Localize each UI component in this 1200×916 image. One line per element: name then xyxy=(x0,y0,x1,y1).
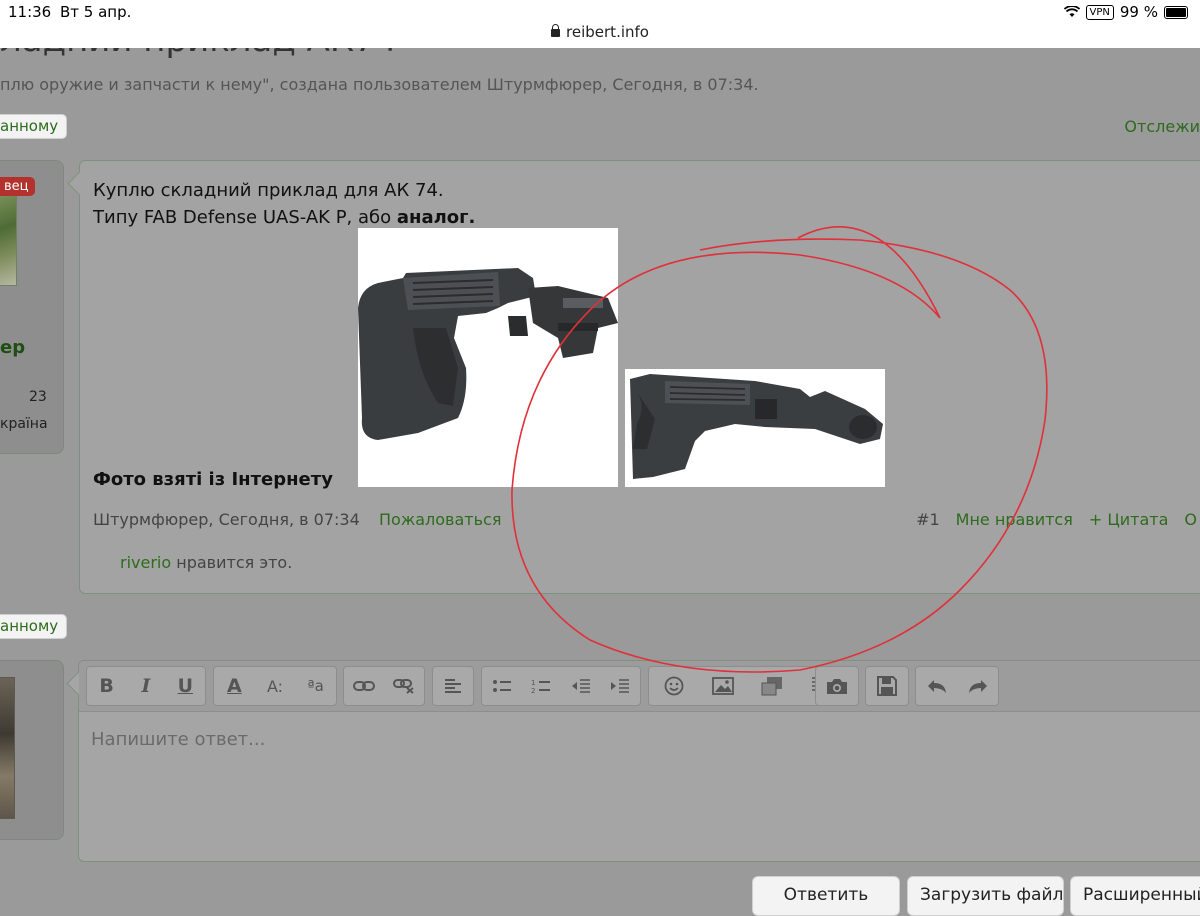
toolbar-group-history xyxy=(915,666,999,706)
unread-nav-bottom[interactable]: анному xyxy=(0,614,68,639)
lock-icon xyxy=(551,24,561,37)
font-color-icon[interactable]: A xyxy=(219,675,249,697)
user-badge: вец xyxy=(0,177,35,196)
status-date: Вт 5 апр. xyxy=(60,3,132,21)
save-icon[interactable] xyxy=(872,676,902,696)
thread-description: плю оружие и запчасти к нему", создана п… xyxy=(0,75,759,94)
italic-icon[interactable]: I xyxy=(131,675,161,697)
post-line-1: Куплю складний приклад для АК 74. xyxy=(93,180,444,201)
status-indicators: VPN 99 % xyxy=(1063,3,1188,21)
link-icon[interactable] xyxy=(349,679,379,693)
reply-avatar xyxy=(0,677,15,819)
svg-text:2: 2 xyxy=(531,687,535,694)
svg-text:1: 1 xyxy=(531,679,535,687)
image-icon[interactable] xyxy=(708,677,738,695)
author-panel xyxy=(0,160,64,454)
media-icon[interactable] xyxy=(757,676,787,696)
likes-summary: riverio нравится это. xyxy=(120,553,292,572)
photo-caption: Фото взяті із Інтернету xyxy=(93,469,333,490)
battery-icon xyxy=(1164,5,1188,19)
reply-author-panel xyxy=(0,660,64,840)
wifi-icon xyxy=(1063,6,1080,17)
numbered-list-icon[interactable]: 12 xyxy=(526,678,556,694)
undo-icon[interactable] xyxy=(922,678,952,694)
reply-editor: B I U A A: ªa 12 Напишите ответ... xyxy=(78,660,1200,862)
indent-icon[interactable] xyxy=(605,678,635,694)
font-size-icon[interactable]: A: xyxy=(260,677,290,696)
rifle-stock-image-1 xyxy=(358,268,618,440)
post-line-2-bold: аналог. xyxy=(396,207,476,228)
more-link[interactable]: О xyxy=(1184,510,1197,529)
post-author-date[interactable]: Штурмфюрер, Сегодня, в 07:34 xyxy=(93,510,360,529)
liker-link[interactable]: riverio xyxy=(120,553,171,572)
likes-text: нравится это. xyxy=(171,553,293,572)
post-line-2-text: Типу FAB Defense UAS-AK P, або xyxy=(93,207,397,228)
underline-icon[interactable]: U xyxy=(170,675,200,697)
avatar[interactable] xyxy=(0,181,17,286)
post-body: Куплю складний приклад для АК 74. Типу F… xyxy=(93,177,475,231)
align-icon[interactable] xyxy=(438,678,468,694)
author-name[interactable]: ер xyxy=(0,337,25,358)
editor-toolbar: B I U A A: ªa 12 xyxy=(79,661,1200,712)
outdent-icon[interactable] xyxy=(566,678,596,694)
toolbar-group-camera xyxy=(815,666,859,706)
toolbar-group-lists: 12 xyxy=(481,666,641,706)
battery-percent: 99 % xyxy=(1119,3,1158,21)
camera-icon[interactable] xyxy=(822,677,852,695)
bold-icon[interactable]: B xyxy=(92,675,122,697)
status-time: 11:36 xyxy=(8,3,52,21)
smilie-icon[interactable] xyxy=(659,676,689,696)
post-number[interactable]: #1 xyxy=(916,510,940,529)
status-bar: 11:36 Вт 5 апр. reibert.info VPN 99 % xyxy=(0,0,1200,48)
toolbar-group-format: B I U xyxy=(86,666,206,706)
unread-nav-top[interactable]: анному xyxy=(0,114,68,139)
font-family-icon[interactable]: ªa xyxy=(301,677,331,695)
upload-file-button[interactable]: Загрузить файл xyxy=(907,876,1064,916)
like-link[interactable]: Мне нравится xyxy=(956,510,1073,529)
unlink-icon[interactable] xyxy=(389,678,419,694)
post-line-2: Типу FAB Defense UAS-AK P, або аналог. xyxy=(93,204,475,231)
post-actions: #1 Мне нравится + Цитата О xyxy=(916,510,1197,529)
follow-thread-link[interactable]: Отслежи xyxy=(1124,117,1200,136)
advanced-button[interactable]: Расширенный xyxy=(1070,876,1200,916)
vpn-badge: VPN xyxy=(1085,4,1114,20)
url-text: reibert.info xyxy=(566,23,649,41)
author-message-count: 23 xyxy=(29,389,47,405)
stock-photo-folded[interactable] xyxy=(358,228,618,487)
reply-input[interactable]: Напишите ответ... xyxy=(91,729,265,750)
redo-icon[interactable] xyxy=(963,678,993,694)
report-link[interactable]: Пожаловаться xyxy=(379,510,501,529)
post-message: Куплю складний приклад для АК 74. Типу F… xyxy=(79,160,1200,594)
toolbar-group-save xyxy=(865,666,909,706)
toolbar-group-link xyxy=(343,666,425,706)
address-bar[interactable]: reibert.info xyxy=(0,23,1200,41)
stock-photo-extended[interactable] xyxy=(625,369,885,487)
reply-button[interactable]: Ответить xyxy=(752,876,900,916)
rifle-stock-image-2 xyxy=(630,374,883,479)
toolbar-group-font: A A: ªa xyxy=(213,666,337,706)
bullet-list-icon[interactable] xyxy=(487,678,517,694)
quote-link[interactable]: + Цитата xyxy=(1089,510,1169,529)
author-location: країна xyxy=(0,416,48,432)
toolbar-group-align xyxy=(432,666,474,706)
